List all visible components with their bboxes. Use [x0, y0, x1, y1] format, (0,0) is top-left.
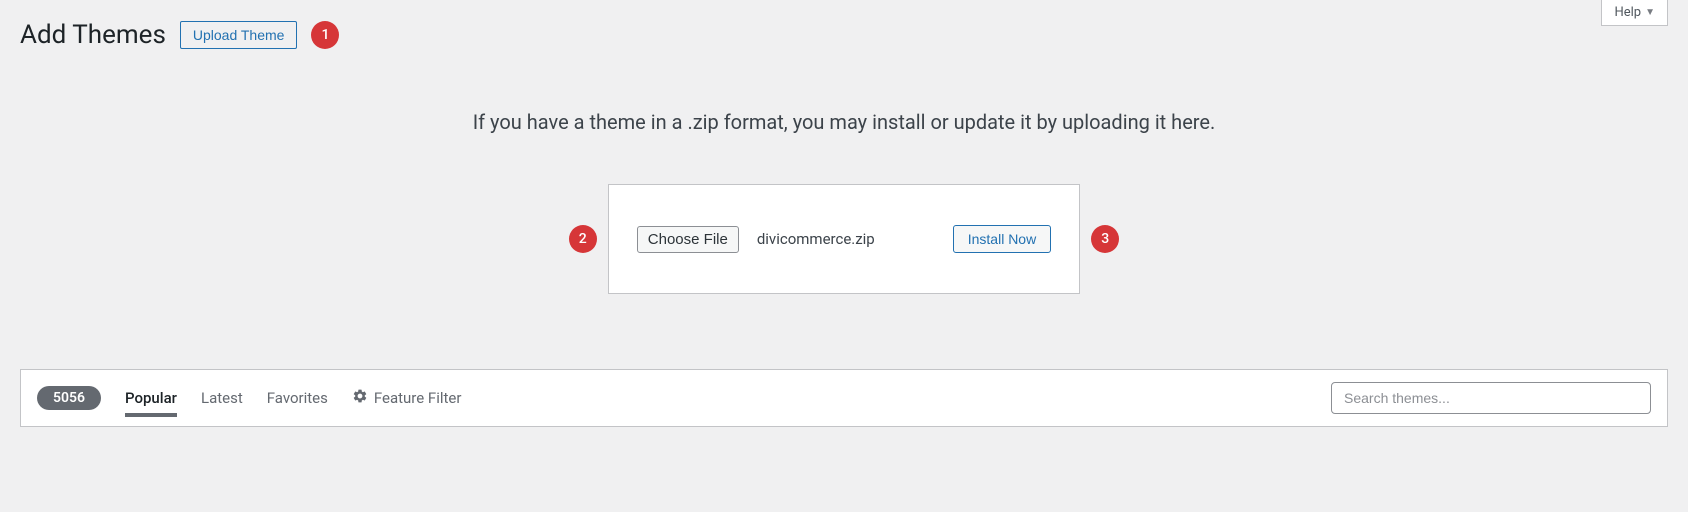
tab-favorites[interactable]: Favorites	[267, 383, 328, 413]
upload-help-text: If you have a theme in a .zip format, yo…	[20, 110, 1668, 134]
tab-feature-filter[interactable]: Feature Filter	[352, 388, 462, 408]
upload-form: 2 Choose File divicommerce.zip Install N…	[608, 184, 1080, 294]
install-now-button[interactable]: Install Now	[953, 225, 1051, 253]
page-header: Add Themes Upload Theme 1	[0, 0, 1688, 60]
annotation-badge-2: 2	[569, 225, 597, 253]
upload-theme-button[interactable]: Upload Theme	[180, 21, 298, 49]
theme-count-pill: 5056	[37, 386, 101, 410]
feature-filter-label: Feature Filter	[374, 389, 462, 407]
search-input[interactable]	[1331, 382, 1651, 414]
annotation-badge-1: 1	[311, 21, 339, 49]
selected-filename: divicommerce.zip	[757, 230, 875, 248]
upload-area: If you have a theme in a .zip format, yo…	[0, 60, 1688, 324]
filter-bar: 5056 Popular Latest Favorites Feature Fi…	[20, 369, 1668, 427]
page-title: Add Themes	[20, 20, 166, 50]
tab-latest[interactable]: Latest	[201, 383, 243, 413]
gear-icon	[352, 388, 368, 408]
choose-file-button[interactable]: Choose File	[637, 226, 739, 253]
search-wrap	[1331, 382, 1651, 414]
chevron-down-icon: ▼	[1645, 7, 1655, 18]
help-tab[interactable]: Help ▼	[1601, 0, 1668, 26]
tab-popular[interactable]: Popular	[125, 383, 177, 417]
annotation-badge-3: 3	[1091, 225, 1119, 253]
help-label: Help	[1614, 5, 1641, 20]
